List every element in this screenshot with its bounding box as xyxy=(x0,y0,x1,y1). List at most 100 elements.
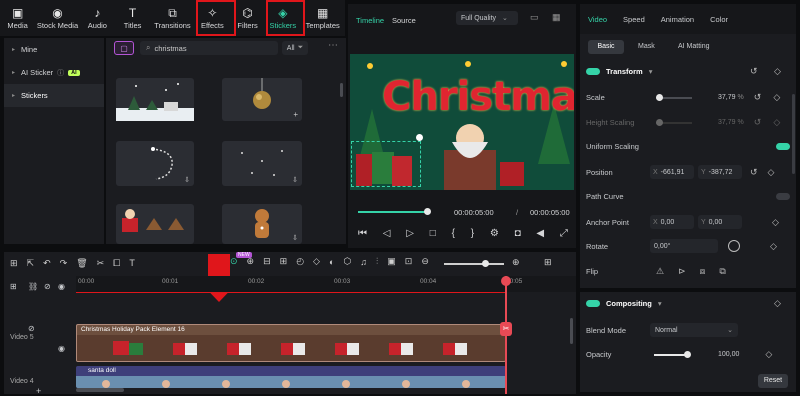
zoom-slider-handle[interactable] xyxy=(482,260,489,267)
speed-icon[interactable]: ◴ xyxy=(296,256,304,267)
camera-icon[interactable]: ◘ xyxy=(515,228,521,239)
playback-scrubber[interactable] xyxy=(358,208,431,215)
volume-icon[interactable]: ◀ xyxy=(536,228,544,239)
tool-stock-media[interactable]: ◉ Stock Media xyxy=(35,0,80,36)
rotate-dial-icon[interactable] xyxy=(728,240,740,252)
tool-media[interactable]: ▣ Media xyxy=(0,0,35,36)
sticker-thumb-gingerbread[interactable]: ⇩ xyxy=(222,204,302,244)
subtab-basic[interactable]: Basic xyxy=(588,40,624,54)
opacity-slider[interactable] xyxy=(654,350,691,358)
blend-mode-dropdown[interactable]: Normal ⌄ xyxy=(650,323,738,337)
zoom-slider[interactable] xyxy=(444,260,504,267)
mixer-icon[interactable]: ⫶ xyxy=(376,256,378,267)
filter-dropdown[interactable]: All ⏷ xyxy=(282,41,308,55)
inspector-scrollbar[interactable] xyxy=(792,94,795,174)
reset-icon[interactable]: ↺ xyxy=(750,66,758,77)
tab-animation[interactable]: Animation xyxy=(661,15,694,24)
position-x-field[interactable]: X -661,91 xyxy=(650,165,694,179)
keyframe-icon[interactable]: ◇ xyxy=(773,92,780,103)
ai-search-toggle[interactable]: ▢ xyxy=(114,41,134,55)
flip-horizontal-icon[interactable]: ⚠ xyxy=(656,266,664,277)
pip-icon[interactable]: ▣ xyxy=(387,256,396,267)
clip-santa-doll[interactable]: santa doll xyxy=(76,366,506,388)
position-y-field[interactable]: Y -387,72 xyxy=(698,165,742,179)
eye-icon[interactable]: ◉ xyxy=(58,344,65,353)
sticker-thumb-snow-village[interactable] xyxy=(116,78,194,121)
link-icon[interactable]: ⛓ xyxy=(28,282,38,291)
delete-icon[interactable]: 🗑 xyxy=(76,258,87,269)
scale-slider[interactable] xyxy=(656,93,692,101)
layout-icon[interactable]: ⊞ xyxy=(10,258,18,269)
flip-vertical-icon[interactable]: ⊳ xyxy=(678,266,686,277)
subtab-ai-matting[interactable]: AI Matting xyxy=(678,43,710,50)
select-icon[interactable]: ⇱ xyxy=(27,258,35,269)
split-icon[interactable]: ✂ xyxy=(97,258,105,269)
selection-box[interactable] xyxy=(351,141,421,187)
tool-audio[interactable]: ♪ Audio xyxy=(80,0,115,36)
sticker-thumb-snow-particles[interactable]: ⇩ xyxy=(222,141,302,186)
quality-dropdown[interactable]: Full Quality ⌄ xyxy=(456,11,518,25)
tool-transitions[interactable]: ⧉ Transitions xyxy=(150,0,195,36)
keyframe-tool-icon[interactable]: ⬡ xyxy=(343,256,351,267)
add-icon[interactable]: + xyxy=(36,386,41,396)
compositing-toggle[interactable] xyxy=(586,300,600,307)
tab-source[interactable]: Source xyxy=(392,16,416,25)
timeline-vscroll[interactable] xyxy=(570,318,573,344)
search-input[interactable]: christmas xyxy=(154,44,186,53)
zoom-in-icon[interactable]: ⊕ xyxy=(512,257,520,268)
search-box[interactable]: ⌕ christmas xyxy=(140,41,278,55)
clip-holiday-pack[interactable]: Christmas Holiday Pack Element 16 xyxy=(76,324,506,362)
tab-speed[interactable]: Speed xyxy=(623,15,645,24)
undo-icon[interactable]: ↶ xyxy=(43,258,51,269)
text-icon[interactable]: T xyxy=(129,258,135,268)
download-icon[interactable]: ⇩ xyxy=(292,176,298,184)
mark-out-icon[interactable]: } xyxy=(471,228,474,239)
scrubber-handle[interactable] xyxy=(424,208,431,215)
mark-icon[interactable]: ⊟ xyxy=(263,256,271,267)
rotate-handle[interactable] xyxy=(416,134,423,141)
add-icon[interactable]: + xyxy=(293,110,298,119)
download-icon[interactable]: ⇩ xyxy=(184,176,190,184)
eye-icon[interactable]: ◉ xyxy=(58,282,65,291)
reset-icon[interactable]: ↺ xyxy=(754,92,762,103)
tab-timeline[interactable]: Timeline xyxy=(356,16,384,25)
color-icon[interactable]: ◐ xyxy=(329,257,334,267)
keyframe-icon[interactable]: ◇ xyxy=(765,349,772,360)
export-frame-icon[interactable]: ⊡ xyxy=(405,256,413,267)
reset-button[interactable]: Reset xyxy=(758,374,788,388)
redo-icon[interactable]: ↷ xyxy=(60,258,68,269)
prev-frame-icon[interactable]: ⏮ xyxy=(358,228,367,239)
lock-icon[interactable]: ⊘ xyxy=(28,324,35,333)
anchor-x-field[interactable]: X 0,00 xyxy=(650,215,694,229)
tool-titles[interactable]: T Titles xyxy=(115,0,150,36)
tool-templates[interactable]: ▦ Templates xyxy=(300,0,345,36)
shield-icon[interactable]: ◇ xyxy=(313,256,320,267)
mic-icon[interactable]: ♫ xyxy=(360,257,367,267)
sticker-thumb-snow-swirl[interactable]: ⇩ xyxy=(116,141,194,186)
sticker-thumb-santa-sleigh[interactable] xyxy=(116,204,194,244)
more-icon[interactable]: ⋯ xyxy=(328,40,338,51)
timeline-hscroll[interactable] xyxy=(76,388,124,392)
add-track-icon[interactable]: ⊞ xyxy=(10,282,17,291)
step-back-icon[interactable]: ◁ xyxy=(383,228,391,239)
rotate-left-icon[interactable]: ⧈ xyxy=(700,266,706,277)
anchor-y-field[interactable]: Y 0,00 xyxy=(698,215,742,229)
playhead-knob[interactable] xyxy=(501,276,511,286)
download-icon[interactable]: ⇩ xyxy=(292,234,298,242)
sidebar-item-mine[interactable]: ▸ Mine xyxy=(4,38,104,61)
ripple-icon[interactable]: ⊞ xyxy=(280,256,288,267)
keyframe-icon[interactable]: ◇ xyxy=(774,66,781,77)
crop-icon[interactable]: ⧠ xyxy=(113,258,120,269)
transform-toggle[interactable] xyxy=(586,68,600,75)
scrollbar[interactable] xyxy=(340,83,343,97)
snapshot-icon[interactable]: ▭ xyxy=(530,12,539,23)
tab-video[interactable]: Video xyxy=(588,15,607,24)
fullscreen-icon[interactable]: ⤢ xyxy=(560,228,568,239)
play-icon[interactable]: ▷ xyxy=(406,228,414,239)
grid-view-icon[interactable]: ▦ xyxy=(552,12,561,23)
zoom-out-icon[interactable]: ⊖ xyxy=(421,256,429,267)
sticker-thumb-ornament[interactable]: + xyxy=(222,78,302,121)
keyframe-icon[interactable]: ◇ xyxy=(774,298,781,309)
subtab-mask[interactable]: Mask xyxy=(638,43,655,50)
sidebar-item-ai-sticker[interactable]: ▸ AI Sticker ⓘ AI xyxy=(4,61,104,84)
